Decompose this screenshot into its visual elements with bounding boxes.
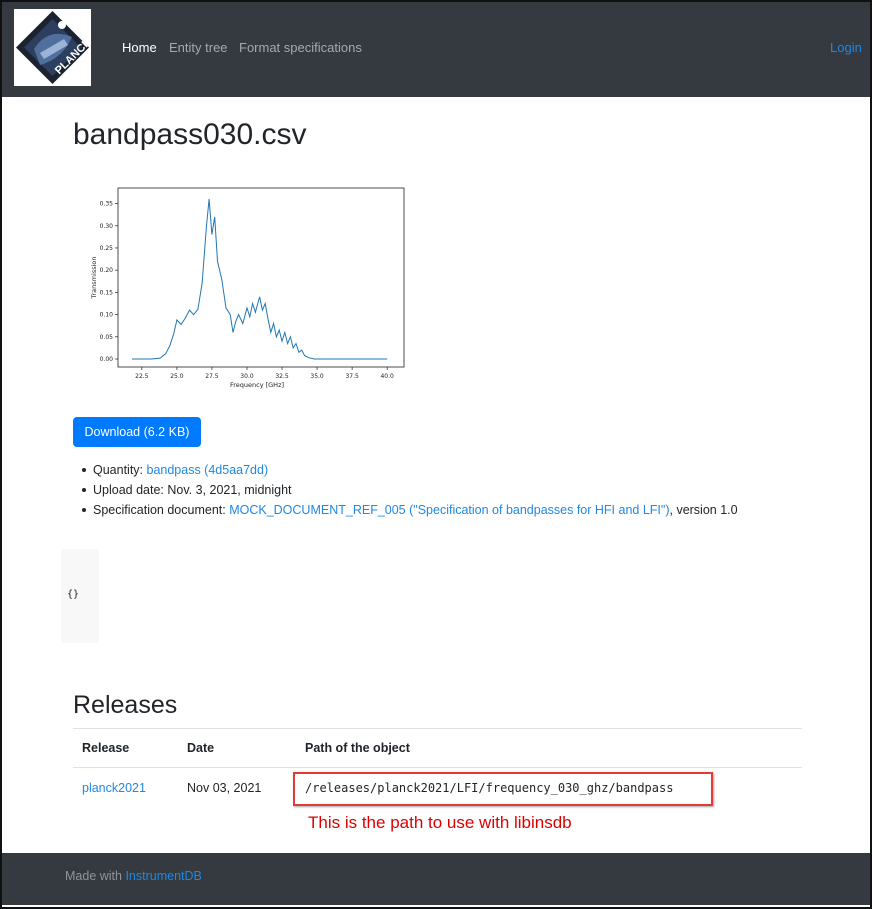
specification-document-link[interactable]: MOCK_DOCUMENT_REF_005 ("Specification of… [229,503,669,517]
x-tick-label: 22.5 [135,373,149,380]
meta-spec-suffix: , version 1.0 [669,503,738,517]
nav-format-specifications-link[interactable]: Format specifications [239,40,362,56]
y-tick-label: 0.35 [100,201,114,208]
path-annotation: This is the path to use with libinsdb [308,813,572,832]
y-tick-label: 0.10 [100,312,114,319]
meta-spec-label: Specification document: [93,503,230,517]
footer-prefix: Made with [65,869,126,883]
footer-text: Made with InstrumentDB [65,869,202,883]
login-link[interactable]: Login [830,40,862,56]
x-tick-label: 35.0 [310,373,324,380]
navbar: esa PLANCK Home Entity tree Format speci… [2,2,870,97]
meta-quantity-label: Quantity: [93,463,147,477]
release-link[interactable]: planck2021 [82,781,146,795]
table-top-rule [73,728,802,729]
x-tick-label: 27.5 [205,373,219,380]
footer: Made with InstrumentDB [2,853,870,905]
x-tick-label: 30.0 [240,373,254,380]
x-tick-label: 37.5 [345,373,359,380]
y-tick-label: 0.30 [100,223,114,230]
bandpass-plot: 22.5 25.0 27.5 30.0 32.5 35.0 37.5 40.0 0.00 0.05… [86,182,408,397]
plot-frame [117,187,405,368]
quantity-link[interactable]: bandpass (4d5aa7dd) [147,463,269,477]
column-header-path: Path of the object [305,741,410,755]
json-metadata-block: {} [61,549,99,643]
column-header-date: Date [187,741,215,755]
x-tick-label: 32.5 [275,373,289,380]
y-tick-label: 0.15 [100,289,114,296]
column-header-release: Release [82,741,130,755]
logo-small-text: esa [70,23,81,29]
x-tick-label: 25.0 [170,373,184,380]
x-axis-label: Frequency [GHz] [230,381,284,389]
meta-specification: Specification document: MOCK_DOCUMENT_RE… [82,502,738,522]
instrumentdb-link[interactable]: InstrumentDB [125,869,201,883]
meta-upload-value: Nov. 3, 2021, midnight [167,483,292,497]
y-axis-label: Transmission [90,257,98,300]
json-content: {} [67,589,80,600]
y-tick-label: 0.20 [100,267,114,274]
transmission-series-line [132,199,388,360]
y-tick-label: 0.25 [100,245,114,252]
meta-upload-label: Upload date: [93,483,168,497]
release-date: Nov 03, 2021 [187,781,262,795]
nav-home-link[interactable]: Home [122,40,157,56]
nav-entity-tree-link[interactable]: Entity tree [169,40,228,56]
file-metadata-list: Quantity: bandpass (4d5aa7dd) Upload dat… [82,462,738,522]
meta-quantity: Quantity: bandpass (4d5aa7dd) [82,462,738,482]
planck-logo[interactable]: esa PLANCK [14,9,91,86]
releases-heading: Releases [73,691,178,719]
download-button[interactable]: Download (6.2 KB) [73,417,201,447]
x-tick-label: 40.0 [380,373,394,380]
table-header-rule [73,767,802,768]
y-tick-label: 0.05 [100,334,114,341]
object-path: /releases/planck2021/LFI/frequency_030_g… [305,781,674,795]
meta-upload-date: Upload date: Nov. 3, 2021, midnight [82,482,738,502]
page-title: bandpass030.csv [73,118,307,151]
y-tick-label: 0.00 [100,356,114,363]
